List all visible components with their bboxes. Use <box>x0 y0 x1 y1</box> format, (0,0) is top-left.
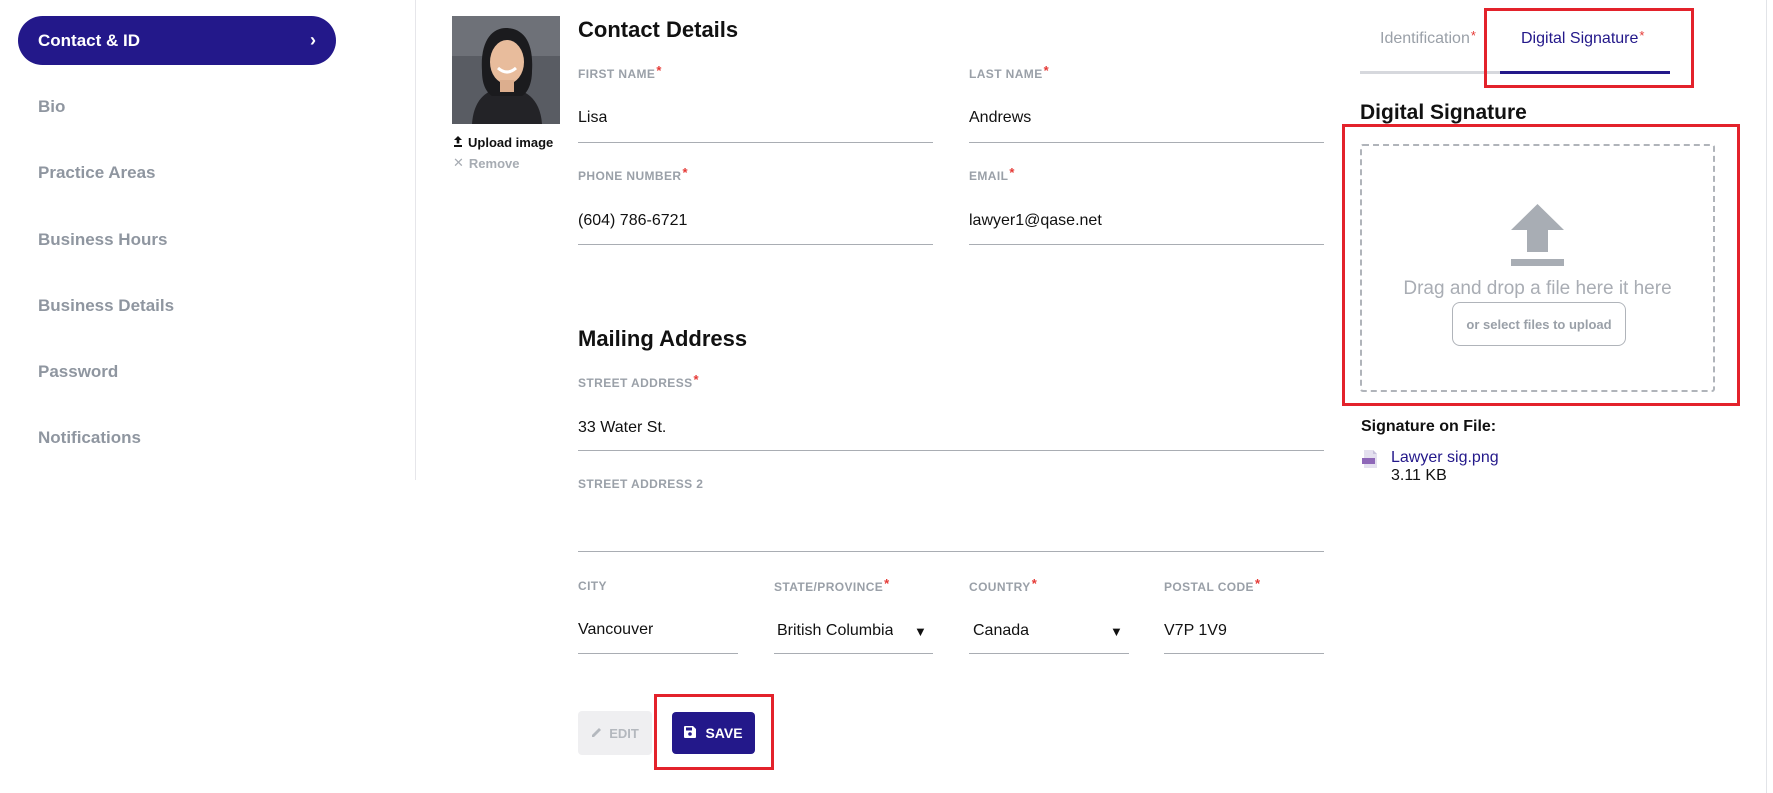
upload-image-label: Upload image <box>468 135 554 150</box>
edit-button[interactable]: EDIT <box>578 711 652 755</box>
sidebar-item-practice-areas[interactable]: Practice Areas <box>38 163 156 183</box>
state-province-select[interactable]: STATE/PROVINCE* British Columbia ▼ <box>774 576 933 655</box>
digital-signature-tab-highlight <box>1484 8 1694 88</box>
sidebar-item-bio[interactable]: Bio <box>38 97 65 117</box>
signature-dropzone[interactable]: Drag and drop a file here it here or sel… <box>1360 144 1715 392</box>
required-marker: * <box>1043 63 1050 78</box>
last-name-label: LAST NAME* <box>969 63 1050 81</box>
street-address-2-label: STREET ADDRESS 2 <box>578 477 704 491</box>
required-marker: * <box>1639 28 1645 43</box>
required-marker: * <box>693 372 699 387</box>
state-province-value: British Columbia <box>777 622 893 639</box>
profile-photo-image <box>452 16 560 124</box>
sidebar-item-contact-id[interactable]: Contact & ID › <box>18 16 336 65</box>
first-name-label: FIRST NAME* <box>578 63 662 81</box>
phone-number-label: PHONE NUMBER* <box>578 165 688 183</box>
required-marker: * <box>1470 28 1476 43</box>
active-tab-indicator <box>1500 71 1670 74</box>
save-button-label: SAVE <box>705 725 743 741</box>
email-value: lawyer1@qase.net <box>969 212 1102 229</box>
upload-image-link[interactable]: Upload image <box>453 135 553 150</box>
page-scroll-edge <box>1766 0 1767 793</box>
floppy-disk-icon <box>684 725 697 741</box>
signature-file-link[interactable]: Lawyer sig.png <box>1391 449 1499 467</box>
email-field[interactable]: EMAIL* lawyer1@qase.net <box>969 165 1324 246</box>
pencil-icon <box>591 726 603 741</box>
edit-button-label: EDIT <box>609 725 639 741</box>
first-name-field[interactable]: FIRST NAME* Lisa <box>578 63 933 144</box>
remove-image-label: Remove <box>468 155 520 171</box>
required-marker: * <box>656 63 662 78</box>
last-name-field[interactable]: LAST NAME* Andrews <box>969 63 1324 144</box>
postal-code-value: V7P 1V9 <box>1164 622 1227 639</box>
sidebar-item-password[interactable]: Password <box>38 362 118 382</box>
signature-file-size: 3.11 KB <box>1391 467 1447 484</box>
last-name-value: Andrews <box>969 109 1032 126</box>
chevron-right-icon: › <box>310 30 316 50</box>
profile-photo <box>452 16 560 124</box>
contact-details-title: Contact Details <box>578 17 739 42</box>
sidebar-item-business-details[interactable]: Business Details <box>38 296 174 316</box>
phone-number-field[interactable]: PHONE NUMBER* (604) 786-6721 <box>578 165 933 246</box>
street-address-label: STREET ADDRESS* <box>578 372 699 390</box>
required-marker: * <box>1254 576 1261 591</box>
caret-down-icon: ▼ <box>1110 624 1123 639</box>
upload-arrow-icon <box>1511 204 1564 266</box>
city-field[interactable]: CITY Vancouver <box>578 579 738 655</box>
save-button[interactable]: SAVE <box>672 712 755 754</box>
tab-identification[interactable]: Identification* <box>1380 28 1476 48</box>
phone-number-value: (604) 786-6721 <box>578 212 688 229</box>
dropzone-text: Drag and drop a file here it here <box>1403 278 1672 299</box>
first-name-value: Lisa <box>578 109 608 126</box>
required-marker: * <box>682 165 688 180</box>
city-label: CITY <box>578 579 607 593</box>
country-select[interactable]: COUNTRY* Canada ▼ <box>969 576 1129 655</box>
postal-code-label: POSTAL CODE* <box>1164 576 1261 594</box>
remove-image-link[interactable]: ✕ Remove <box>453 155 519 171</box>
email-label: EMAIL* <box>969 165 1015 183</box>
sidebar-item-notifications[interactable]: Notifications <box>38 428 141 448</box>
digital-signature-heading: Digital Signature <box>1360 101 1527 124</box>
city-value: Vancouver <box>578 621 654 638</box>
street-address-value: 33 Water St. <box>578 419 667 436</box>
caret-down-icon: ▼ <box>914 624 927 639</box>
signature-on-file-label: Signature on File: <box>1361 418 1497 435</box>
sidebar-item-business-hours[interactable]: Business Hours <box>38 230 167 250</box>
street-address-field[interactable]: STREET ADDRESS* 33 Water St. <box>578 372 1324 453</box>
state-province-label: STATE/PROVINCE* <box>774 576 890 594</box>
country-label: COUNTRY* <box>969 576 1038 594</box>
required-marker: * <box>1009 165 1015 180</box>
sidebar: Contact & ID › Bio Practice Areas Busine… <box>0 0 416 480</box>
select-files-button[interactable]: or select files to upload <box>1452 302 1626 346</box>
country-value: Canada <box>973 622 1030 639</box>
postal-code-field[interactable]: POSTAL CODE* V7P 1V9 <box>1164 576 1324 655</box>
png-file-icon <box>1361 450 1379 473</box>
required-marker: * <box>1031 576 1038 591</box>
street-address-2-field[interactable]: STREET ADDRESS 2 <box>578 477 1324 553</box>
mailing-address-title: Mailing Address <box>578 326 748 351</box>
required-marker: * <box>884 576 890 591</box>
tab-digital-signature[interactable]: Digital Signature* <box>1521 28 1645 48</box>
sidebar-item-label: Contact & ID <box>38 30 140 50</box>
close-icon: ✕ <box>453 155 464 170</box>
upload-icon <box>453 135 463 150</box>
